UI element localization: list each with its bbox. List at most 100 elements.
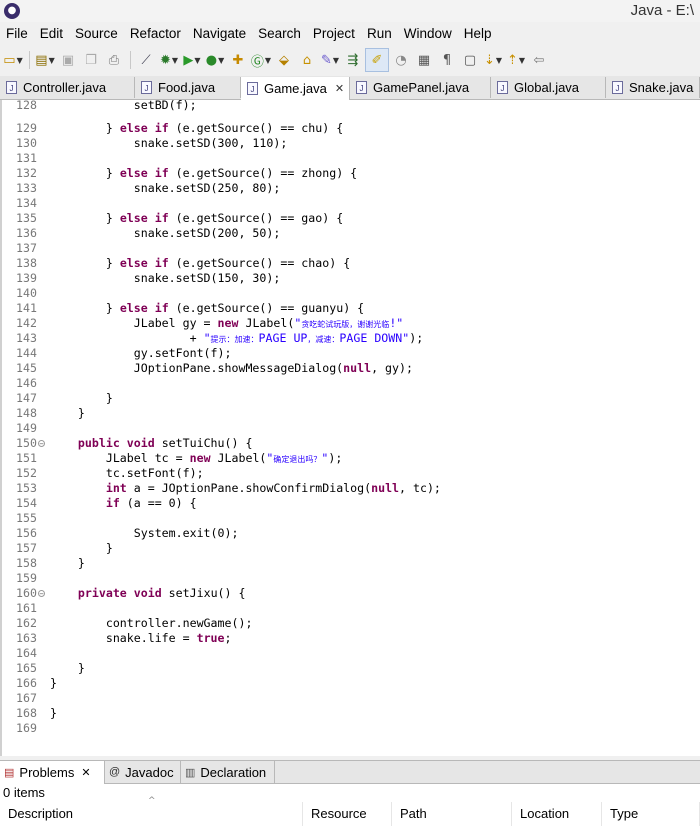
- close-icon[interactable]: ✕: [81, 766, 90, 779]
- code-line[interactable]: 131: [2, 151, 700, 166]
- code-line[interactable]: 130 snake.setSD(300, 110);: [2, 136, 700, 151]
- code-line[interactable]: 136 snake.setSD(200, 50);: [2, 226, 700, 241]
- run-icon[interactable]: ▶ ▼: [181, 49, 203, 71]
- tab-snake-java[interactable]: J Snake.java: [606, 77, 700, 98]
- code-line[interactable]: 129 } else if (e.getSource() == chu) {: [2, 121, 700, 136]
- code-line[interactable]: 169: [2, 721, 700, 736]
- tab-declaration[interactable]: ▥ Declaration: [181, 761, 275, 783]
- previous-edit-icon[interactable]: ⇡ ▼: [505, 49, 527, 71]
- menu-search[interactable]: Search: [252, 26, 307, 41]
- tab-game-java[interactable]: J Game.java ✕: [241, 77, 350, 100]
- skip-breakpoints-icon[interactable]: ⟋: [135, 49, 157, 71]
- code-line[interactable]: 134: [2, 196, 700, 211]
- code-editor[interactable]: ‹ 128 setBD(f);129 } else if (e.getSourc…: [0, 100, 700, 756]
- code-line[interactable]: 166}: [2, 676, 700, 691]
- menu-refactor[interactable]: Refactor: [124, 26, 187, 41]
- code-line[interactable]: 156 System.exit(0);: [2, 526, 700, 541]
- paragraph-icon[interactable]: ¶: [436, 49, 458, 71]
- column-path[interactable]: Path: [392, 802, 512, 826]
- new-java-project-icon[interactable]: ✚: [227, 49, 249, 71]
- block-selection-icon[interactable]: ▢: [459, 49, 481, 71]
- debug-icon[interactable]: ✹ ▼: [158, 49, 180, 71]
- code-line[interactable]: 141 } else if (e.getSource() == guanyu) …: [2, 301, 700, 316]
- code-line[interactable]: 139 snake.setSD(150, 30);: [2, 271, 700, 286]
- new-package-icon[interactable]: ▤ ▼: [34, 49, 56, 71]
- code-line[interactable]: 151 JLabel tc = new JLabel("确定退出吗？");: [2, 451, 700, 466]
- show-whitespace-icon[interactable]: ▦: [413, 49, 435, 71]
- code-line[interactable]: 167: [2, 691, 700, 706]
- toggle-icon[interactable]: ◔: [390, 49, 412, 71]
- code-line[interactable]: 155: [2, 511, 700, 526]
- column-location[interactable]: Location: [512, 802, 602, 826]
- column-resource[interactable]: Resource: [303, 802, 392, 826]
- code-line[interactable]: 164: [2, 646, 700, 661]
- save-all-icon[interactable]: ❐: [80, 49, 102, 71]
- line-number: 159: [16, 571, 37, 585]
- code-line[interactable]: 145 JOptionPane.showMessageDialog(null, …: [2, 361, 700, 376]
- code-line[interactable]: 153 int a = JOptionPane.showConfirmDialo…: [2, 481, 700, 496]
- code-line[interactable]: 143 + "提示：加速：PAGE UP，减速：PAGE DOWN");: [2, 331, 700, 346]
- close-icon[interactable]: ✕: [335, 82, 344, 95]
- code-line[interactable]: 138 } else if (e.getSource() == chao) {: [2, 256, 700, 271]
- code-line[interactable]: 140: [2, 286, 700, 301]
- code-line[interactable]: 142 JLabel gy = new JLabel("贪吃蛇试玩版，谢谢光临!…: [2, 316, 700, 331]
- print-icon[interactable]: ⎙: [103, 49, 125, 71]
- code-line[interactable]: 132 } else if (e.getSource() == zhong) {: [2, 166, 700, 181]
- code-line[interactable]: 146: [2, 376, 700, 391]
- code-line[interactable]: 148 }: [2, 406, 700, 421]
- new-icon[interactable]: ▭ ▼: [2, 49, 24, 71]
- code-line[interactable]: 161: [2, 601, 700, 616]
- menu-edit[interactable]: Edit: [34, 26, 69, 41]
- code-line[interactable]: 152 tc.setFont(f);: [2, 466, 700, 481]
- menu-navigate[interactable]: Navigate: [187, 26, 252, 41]
- save-icon[interactable]: ▣: [57, 49, 79, 71]
- tab-global-java[interactable]: J Global.java: [491, 77, 606, 98]
- code-text: } else if (e.getSource() == gao) {: [50, 211, 344, 225]
- code-line[interactable]: 144 gy.setFont(f);: [2, 346, 700, 361]
- code-line[interactable]: 135 } else if (e.getSource() == gao) {: [2, 211, 700, 226]
- code-line[interactable]: 159: [2, 571, 700, 586]
- line-number: 152: [16, 466, 37, 480]
- fold-toggle-icon[interactable]: −: [38, 440, 45, 448]
- code-line[interactable]: 137: [2, 241, 700, 256]
- code-line[interactable]: 168}: [2, 706, 700, 721]
- next-edit-icon[interactable]: ⇣ ▼: [482, 49, 504, 71]
- code-line[interactable]: 162 controller.newGame();: [2, 616, 700, 631]
- open-folder-icon[interactable]: ⌂: [296, 49, 318, 71]
- menu-run[interactable]: Run: [361, 26, 398, 41]
- code-line[interactable]: 150− public void setTuiChu() {: [2, 436, 700, 451]
- code-line[interactable]: 158 }: [2, 556, 700, 571]
- menu-bar: File Edit Source Refactor Navigate Searc…: [0, 22, 700, 44]
- menu-window[interactable]: Window: [398, 26, 458, 41]
- tab-problems[interactable]: ▤ Problems ✕: [0, 761, 105, 784]
- tab-gamepanel-java[interactable]: J GamePanel.java: [350, 77, 491, 98]
- column-type[interactable]: Type: [602, 802, 700, 826]
- code-line[interactable]: 147 }: [2, 391, 700, 406]
- code-line[interactable]: 160− private void setJixu() {: [2, 586, 700, 601]
- code-line[interactable]: 154 if (a == 0) {: [2, 496, 700, 511]
- bottom-panel-tabs: ▤ Problems ✕ @ Javadoc ▥ Declaration: [0, 760, 700, 784]
- code-line[interactable]: 165 }: [2, 661, 700, 676]
- code-line[interactable]: 163 snake.life = true;: [2, 631, 700, 646]
- open-type-icon[interactable]: ⬙: [273, 49, 295, 71]
- code-line[interactable]: 157 }: [2, 541, 700, 556]
- menu-project[interactable]: Project: [307, 26, 361, 41]
- mark-occurrences-icon[interactable]: ✐: [365, 48, 389, 72]
- new-class-icon[interactable]: Ⓖ ▼: [250, 49, 272, 71]
- search-icon[interactable]: ✎ ▼: [319, 49, 341, 71]
- run-external-icon[interactable]: ● ▼: [204, 49, 226, 71]
- code-text: } else if (e.getSource() == zhong) {: [50, 166, 358, 180]
- column-description[interactable]: Description: [0, 802, 303, 826]
- tab-controller-java[interactable]: J Controller.java: [0, 77, 135, 98]
- fold-toggle-icon[interactable]: −: [38, 590, 45, 598]
- menu-file[interactable]: File: [0, 26, 34, 41]
- code-line[interactable]: 128 setBD(f);: [2, 100, 700, 113]
- menu-help[interactable]: Help: [458, 26, 498, 41]
- tab-javadoc[interactable]: @ Javadoc: [105, 761, 181, 783]
- menu-source[interactable]: Source: [69, 26, 124, 41]
- code-line[interactable]: 149: [2, 421, 700, 436]
- next-annotation-icon[interactable]: ⇶: [342, 49, 364, 71]
- tab-food-java[interactable]: J Food.java: [135, 77, 241, 98]
- back-icon[interactable]: ⇦: [528, 49, 550, 71]
- code-line[interactable]: 133 snake.setSD(250, 80);: [2, 181, 700, 196]
